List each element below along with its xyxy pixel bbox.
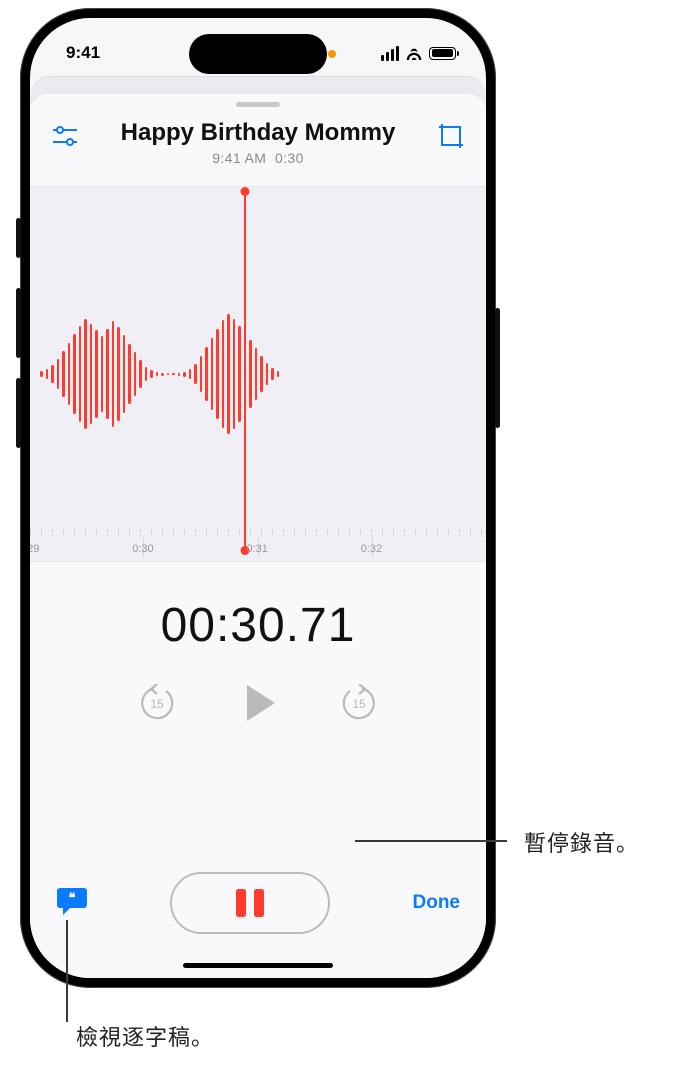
playhead-icon[interactable] [244,191,246,551]
dynamic-island [189,34,327,74]
volume-up [16,288,21,358]
recording-title: Happy Birthday Mommy [82,119,434,147]
recording-subtitle: 9:41 AM 0:30 [82,150,434,166]
playback-settings-button[interactable] [48,119,82,153]
pause-icon [254,889,264,917]
timeline-labels: 0:29 0:30 0:31 0:32 [30,537,486,557]
mute-switch [16,218,21,258]
skip-fwd-label: 15 [352,697,366,711]
pause-icon [236,889,246,917]
pause-record-button[interactable] [170,872,330,934]
home-indicator[interactable] [183,963,333,968]
timeline-tick: 0:32 [361,543,382,555]
status-time: 9:41 [66,43,100,63]
skip-back-button[interactable]: 15 [137,683,177,723]
callout-pause: 暫停錄音。 [524,826,639,858]
screen: 9:41 [30,18,486,978]
skip-forward-button[interactable]: 15 [339,683,379,723]
transcript-button[interactable]: ❝ [56,886,88,921]
battery-icon [429,47,456,60]
sheet-grabber[interactable] [236,102,280,107]
skip-back-label: 15 [150,697,164,711]
done-button[interactable]: Done [413,892,461,914]
wifi-icon [405,46,423,60]
callout-transcript: 檢視逐字稿。 [76,1020,214,1052]
recording-sheet: Happy Birthday Mommy 9:41 AM 0:30 [30,94,486,978]
timeline-ruler [30,529,486,537]
side-button [495,308,500,428]
volume-down [16,378,21,448]
timeline-tick: 0:29 [30,543,39,555]
play-button[interactable] [247,685,275,721]
waveform-area[interactable]: 0:29 0:30 0:31 0:32 [30,186,486,562]
svg-text:❝: ❝ [69,890,76,905]
timeline-tick: 0:30 [132,543,153,555]
timeline-tick: 0:31 [247,543,268,555]
waveform [30,314,279,434]
trim-button[interactable] [434,119,468,153]
mic-indicator-icon [328,50,336,58]
elapsed-time: 00:30.71 [30,598,486,653]
cellular-icon [381,46,399,61]
